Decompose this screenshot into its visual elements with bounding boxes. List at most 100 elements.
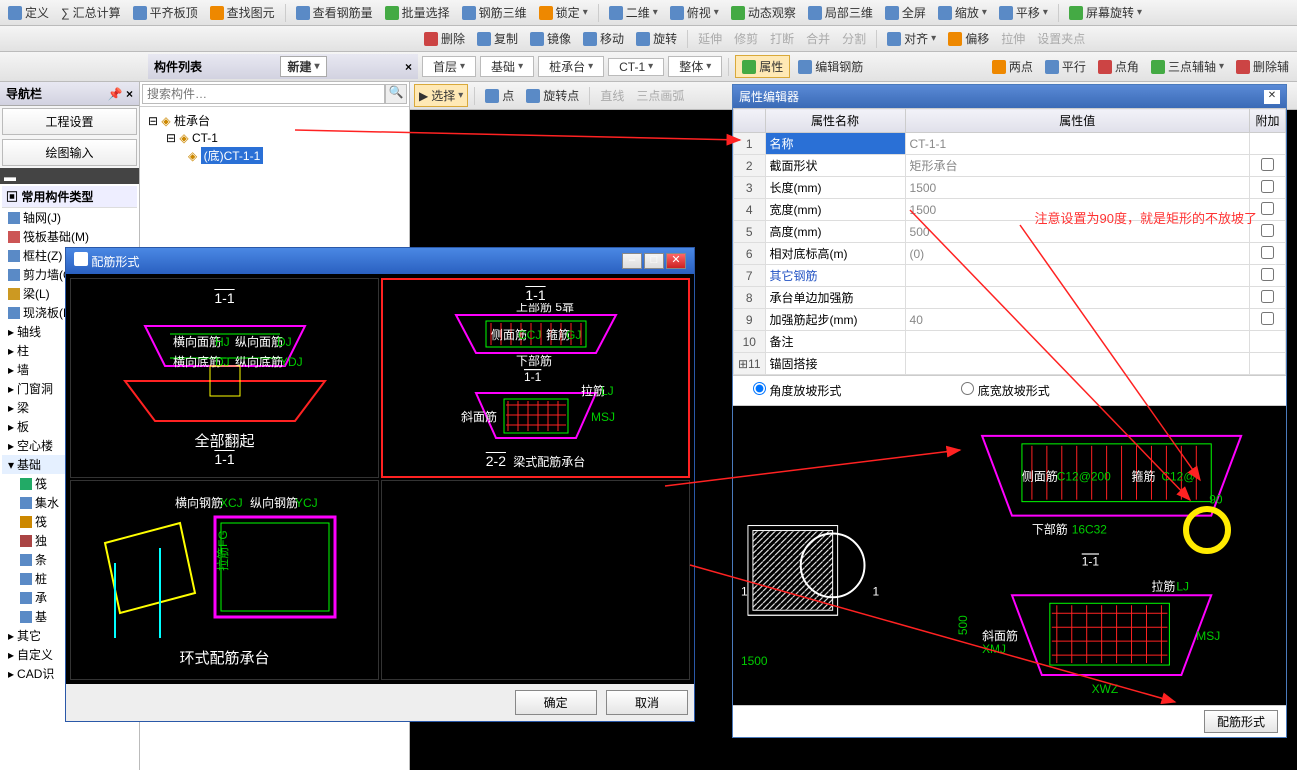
btn-select[interactable]: ▶ 选择 ▾ — [414, 84, 468, 107]
comp-child[interactable]: ⊟ ◈ CT-1 — [144, 130, 405, 146]
btn-batch[interactable]: 批量选择 — [381, 2, 454, 23]
prop-row-8[interactable]: 8承台单边加强筋 — [734, 287, 1286, 309]
nav-btn-project[interactable]: 工程设置 — [2, 108, 137, 135]
radio-angle[interactable]: 角度放坡形式 — [753, 382, 841, 399]
prop-row-3[interactable]: 3长度(mm)1500 — [734, 177, 1286, 199]
svg-text:MSJ: MSJ — [1196, 629, 1220, 643]
btn-point[interactable]: 点 — [481, 85, 518, 106]
svg-text:YCJ: YCJ — [295, 496, 318, 510]
prop-row-6[interactable]: 6相对底标高(m)(0) — [734, 243, 1286, 265]
rebar-opt-4[interactable] — [381, 480, 690, 680]
min-button[interactable]: – — [622, 253, 642, 269]
search-button[interactable]: 🔍 — [385, 84, 407, 104]
btn-three-pt[interactable]: 三点辅轴 ▾ — [1147, 56, 1228, 77]
svg-text:C12@: C12@ — [1161, 470, 1195, 484]
prop-row-1[interactable]: 1名称CT-1-1 — [734, 133, 1286, 155]
prop-row-11[interactable]: ⊞11锚固搭接 — [734, 353, 1286, 375]
ok-button[interactable]: 确定 — [515, 690, 597, 715]
btn-parallel[interactable]: 平行 — [1041, 56, 1090, 77]
svg-text:DJ: DJ — [277, 335, 292, 349]
btn-find[interactable]: 查找图元 — [206, 2, 279, 23]
btn-break: 打断 — [766, 28, 798, 49]
dd-type[interactable]: 桩承台 ▾ — [538, 56, 604, 77]
prop-row-7[interactable]: 7其它钢筋 — [734, 265, 1286, 287]
btn-screen-rot[interactable]: 屏幕旋转 ▾ — [1065, 2, 1146, 23]
btn-edit-rebar[interactable]: 编辑钢筋 — [794, 56, 867, 77]
dd-mode[interactable]: 整体 ▾ — [668, 56, 722, 77]
btn-full[interactable]: 全屏 — [881, 2, 930, 23]
btn-extend: 延伸 — [694, 28, 726, 49]
svg-text:XMJ: XMJ — [982, 642, 1006, 656]
btn-copy[interactable]: 复制 — [473, 28, 522, 49]
radio-width[interactable]: 底宽放坡形式 — [961, 382, 1049, 399]
svg-text:下部筋: 下部筋 — [1032, 522, 1068, 537]
btn-mirror[interactable]: 镜像 — [526, 28, 575, 49]
svg-text:XCJ: XCJ — [220, 496, 243, 510]
rebar-opt-3[interactable]: 横向钢筋XCJ 纵向钢筋YCJ 拉筋FG 环式配筋承台 — [70, 480, 379, 680]
btn-lock[interactable]: 锁定 ▾ — [535, 2, 592, 23]
btn-rebar3d[interactable]: 钢筋三维 — [458, 2, 531, 23]
prop-row-9[interactable]: 9加强筋起步(mm)40 — [734, 309, 1286, 331]
btn-flat[interactable]: 平齐板顶 — [129, 2, 202, 23]
dd-cat[interactable]: 基础 ▾ — [480, 56, 534, 77]
btn-new[interactable]: 新建 ▾ — [280, 56, 326, 77]
svg-text:横向钢筋: 横向钢筋 — [175, 495, 223, 510]
btn-align[interactable]: 对齐 ▾ — [883, 28, 940, 49]
toolbar-edit: 删除 复制 镜像 移动 旋转 延伸 修剪 打断 合并 分割 对齐 ▾ 偏移 拉伸… — [0, 26, 1297, 52]
pin-icon[interactable]: 📌 × — [108, 87, 133, 101]
svg-text:上部筋 5靠: 上部筋 5靠 — [516, 303, 574, 314]
search-input[interactable] — [142, 84, 385, 104]
btn-rotate[interactable]: 旋转 — [632, 28, 681, 49]
rebar-opt-1[interactable]: 1-1 横向面筋HJ 纵向面筋DJ 横向底筋DJ 纵向底筋YDJ 全部翻起 1-… — [70, 278, 379, 478]
max-button[interactable]: □ — [644, 253, 664, 269]
prop-row-10[interactable]: 10备注 — [734, 331, 1286, 353]
btn-rot-point[interactable]: 旋转点 — [522, 85, 583, 106]
svg-text:C12@200: C12@200 — [1057, 470, 1111, 484]
dd-item[interactable]: CT-1 ▾ — [608, 58, 664, 76]
btn-top[interactable]: 俯视 ▾ — [666, 2, 723, 23]
btn-line: 直线 — [596, 85, 628, 106]
nav-btn-draw[interactable]: 绘图输入 — [2, 139, 137, 166]
cancel-button[interactable]: 取消 — [606, 690, 688, 715]
rebar-opt-2[interactable]: 1-1 上部筋 5靠 侧面筋CCJ 箍筋GJ 下部筋 1-1 拉筋LJ 斜面筋 … — [381, 278, 690, 478]
btn-pan[interactable]: 平移 ▾ — [995, 2, 1052, 23]
comp-root[interactable]: ⊟ ◈ 桩承台 — [144, 111, 405, 130]
prop-row-2[interactable]: 2截面形状矩形承台 — [734, 155, 1286, 177]
svg-text:1-1: 1-1 — [1082, 554, 1100, 568]
btn-zoom[interactable]: 缩放 ▾ — [934, 2, 991, 23]
btn-stretch: 拉伸 — [997, 28, 1029, 49]
nav-group[interactable]: ▣ 常用构件类型 — [2, 186, 137, 208]
nav-item-raft[interactable]: 筏板基础(M) — [2, 227, 137, 246]
svg-text:拉筋FG: 拉筋FG — [215, 530, 230, 571]
close-icon[interactable]: × — [405, 60, 412, 74]
btn-move[interactable]: 移动 — [579, 28, 628, 49]
btn-rebar-qty[interactable]: 查看钢筋量 — [292, 2, 377, 23]
prop-titlebar[interactable]: 属性编辑器 ✕ — [733, 85, 1286, 108]
btn-delete[interactable]: 删除 — [420, 28, 469, 49]
nav-item-axis[interactable]: 轴网(J) — [2, 208, 137, 227]
btn-two-pt[interactable]: 两点 — [988, 56, 1037, 77]
prop-radio-row: 角度放坡形式 底宽放坡形式 — [733, 375, 1286, 405]
btn-trim: 修剪 — [730, 28, 762, 49]
btn-pt-angle[interactable]: 点角 — [1094, 56, 1143, 77]
svg-text:下部筋: 下部筋 — [516, 353, 552, 368]
btn-local3d[interactable]: 局部三维 — [804, 2, 877, 23]
btn-property[interactable]: 属性 — [735, 55, 790, 78]
btn-offset[interactable]: 偏移 — [944, 28, 993, 49]
btn-define[interactable]: 定义 — [4, 2, 53, 23]
btn-rebar-form[interactable]: 配筋形式 — [1204, 710, 1278, 733]
svg-text:CCJ: CCJ — [518, 328, 541, 342]
rebar-titlebar[interactable]: 配筋形式 – □ ✕ — [66, 248, 694, 274]
svg-text:1-1: 1-1 — [524, 370, 542, 384]
btn-sum[interactable]: ∑ 汇总计算 — [57, 2, 125, 23]
btn-orbit[interactable]: 动态观察 — [727, 2, 800, 23]
comp-leaf[interactable]: ◈ (底)CT-1-1 — [144, 146, 405, 165]
svg-text:LJ: LJ — [601, 384, 614, 398]
dd-layer[interactable]: 首层 ▾ — [422, 56, 476, 77]
btn-2d[interactable]: 二维 ▾ — [605, 2, 662, 23]
prop-close-button[interactable]: ✕ — [1264, 90, 1280, 104]
svg-text:YDJ: YDJ — [280, 355, 303, 369]
btn-del-aux[interactable]: 删除辅 — [1232, 56, 1293, 77]
svg-text:横向面筋: 横向面筋 — [173, 334, 221, 349]
close-button[interactable]: ✕ — [666, 253, 686, 269]
